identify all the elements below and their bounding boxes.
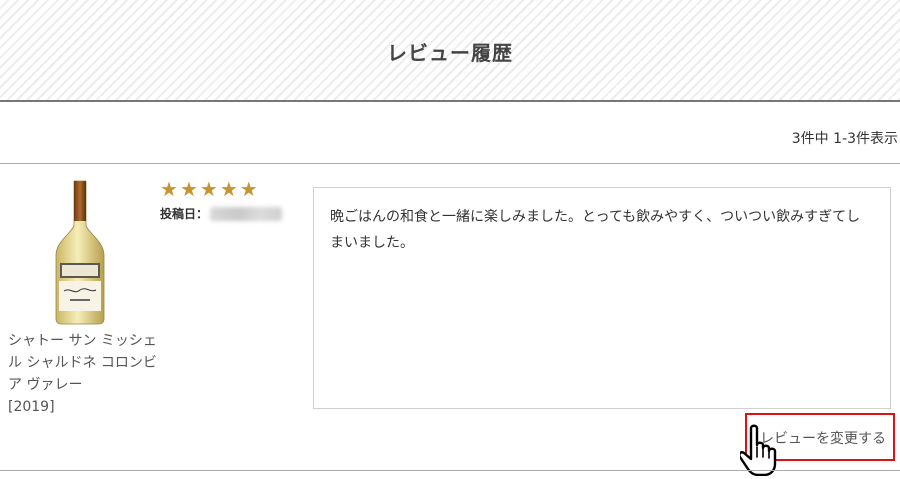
hand-pointer-icon (740, 424, 777, 476)
star-icon: ★ (179, 177, 198, 201)
review-body: 晩ごはんの和食と一緒に楽しみました。とっても飲みやすく、ついつい飲みすぎてしまい… (313, 187, 891, 409)
star-icon: ★ (239, 177, 258, 201)
star-icon: ★ (160, 177, 178, 201)
divider-bottom (0, 470, 900, 471)
product-image[interactable] (8, 178, 152, 326)
divider-top (0, 163, 900, 164)
star-icon: ★ (219, 177, 238, 201)
post-date-label: 投稿日： (160, 207, 209, 221)
edit-review-link[interactable]: レビューを変更する (760, 428, 886, 448)
post-date-value-redacted (210, 206, 283, 221)
page-title: レビュー履歴 (387, 40, 513, 65)
wine-bottle-icon (55, 180, 105, 325)
post-date: 投稿日： (160, 205, 283, 222)
result-count: 3件中 1-3件表示 (791, 131, 898, 147)
page-header: レビュー履歴 (0, 0, 900, 102)
star-rating: ★ ★ ★ ★ ★ (160, 178, 258, 200)
product-vintage: [2019] (8, 399, 55, 415)
review-text: 晩ごはんの和食と一緒に楽しみました。とっても飲みやすく、ついつい飲みすぎてしまい… (330, 209, 861, 251)
star-icon: ★ (199, 177, 218, 201)
product-name: シャトー サン ミッシェル シャルドネ コロンビア ヴァレー (8, 333, 157, 393)
product-name-link[interactable]: シャトー サン ミッシェル シャルドネ コロンビア ヴァレー [2019] (8, 330, 158, 418)
